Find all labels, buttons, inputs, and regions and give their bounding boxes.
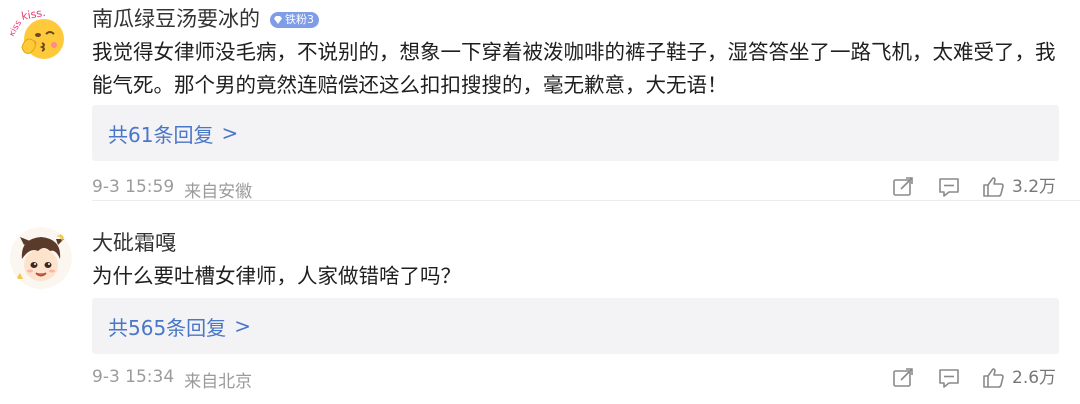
reply-count: 共61条回复: [108, 122, 214, 147]
chevron-right-icon: >: [234, 314, 251, 338]
comment-text: 我觉得女律师没毛病，不说别的，想象一下穿着被泼咖啡的裤子鞋子，湿答答坐了一路飞机…: [92, 40, 1056, 97]
thumbs-up-icon[interactable]: [982, 366, 1006, 390]
reply-count: 共565条回复: [108, 315, 227, 340]
comment-item: kiss. kiss 南瓜绿豆汤要冰的 铁粉3 我觉得女律师没毛病，不说别的，想…: [0, 0, 1080, 202]
view-replies-button[interactable]: 共61条回复 >: [92, 105, 1059, 161]
kiss-emoji-avatar-icon: kiss. kiss: [10, 3, 72, 65]
username[interactable]: 南瓜绿豆汤要冰的: [92, 6, 260, 32]
view-replies-button[interactable]: 共565条回复 >: [92, 298, 1059, 354]
username[interactable]: 大砒霜嘎: [92, 230, 176, 256]
like-count: 3.2万: [1012, 177, 1057, 197]
comment-icon[interactable]: [937, 366, 961, 390]
share-icon[interactable]: [891, 175, 915, 199]
comment-item: 大砒霜嘎 为什么要吐槽女律师，人家做错啥了吗？ 共565条回复 > 9-3 15…: [0, 201, 1080, 404]
diamond-icon: [274, 16, 282, 24]
fan-badge[interactable]: 铁粉3: [270, 12, 319, 28]
fan-badge-label: 铁粉3: [285, 13, 314, 26]
avatar[interactable]: [10, 227, 72, 289]
thumbs-up-icon[interactable]: [982, 175, 1006, 199]
comment-text: 为什么要吐槽女律师，人家做错啥了吗？: [92, 264, 461, 288]
cartoon-boy-avatar-icon: [10, 227, 72, 289]
comment-actions: 2.6万: [0, 364, 1080, 392]
avatar[interactable]: kiss. kiss: [10, 3, 72, 65]
chevron-right-icon: >: [221, 121, 239, 145]
like-count: 2.6万: [1012, 368, 1057, 388]
share-icon[interactable]: [891, 366, 915, 390]
comment-actions: 3.2万: [0, 173, 1080, 201]
comment-icon[interactable]: [937, 175, 961, 199]
